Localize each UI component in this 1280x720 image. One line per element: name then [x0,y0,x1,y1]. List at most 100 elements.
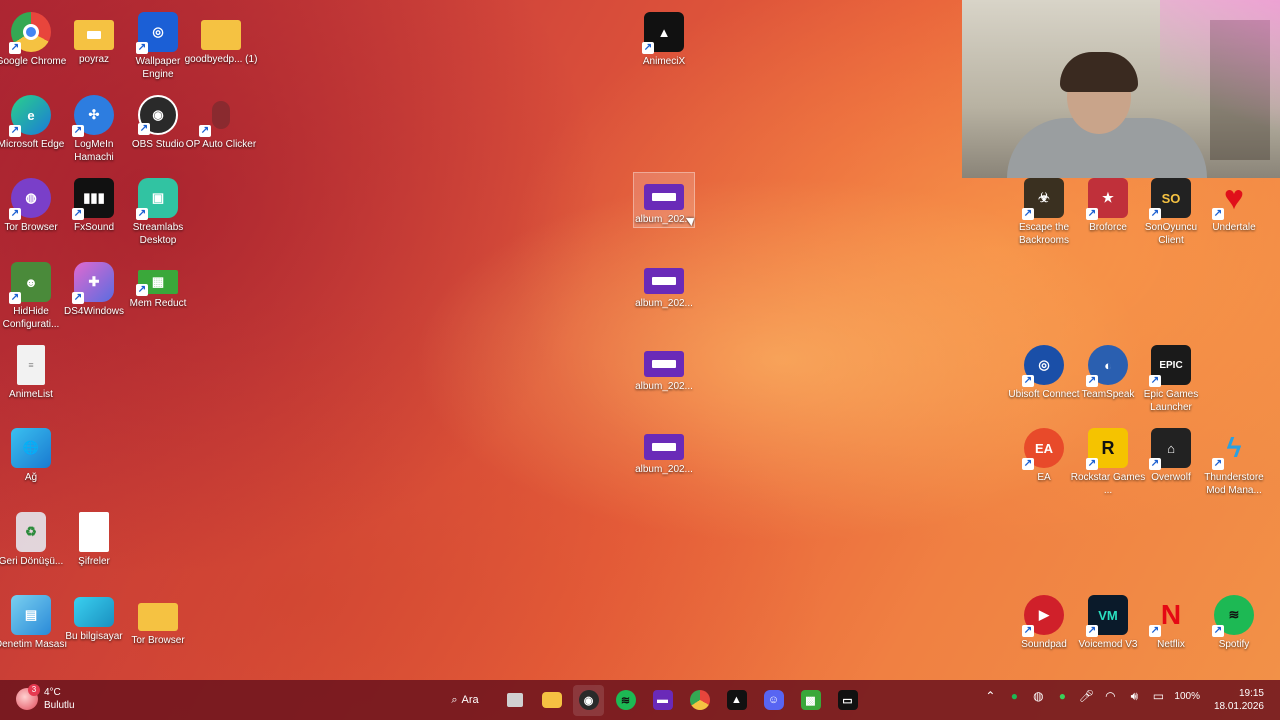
desktop-icon-teamspeak[interactable]: ◐ ↗ TeamSpeak [1076,339,1140,419]
clapper-taskbar-button[interactable]: ▬ [647,685,678,716]
weather-widget[interactable]: 3 4°C Bulutlu [16,684,75,712]
desktop-icon-spotify[interactable]: ≋ ↗ Spotify [1202,589,1266,669]
webcam-overlay [962,0,1280,178]
volume-icon[interactable]: 🔊︎ [1126,688,1142,704]
desktop-icon-soundpad[interactable]: ▶ ↗ Soundpad [1012,589,1076,669]
network-icon: 🌐 [11,428,51,468]
notification-badge: 3 [28,684,40,696]
desktop-icon-streamlabs[interactable]: ▣ ↗ Streamlabs Desktop [126,172,190,252]
desktop-icon-album-1[interactable]: album_202... [632,172,696,252]
desktop-icon-mem-reduct[interactable]: ▦ ↗ Mem Reduct [126,256,190,336]
desktop-icon-broforce[interactable]: ★ ↗ Broforce [1076,172,1140,252]
voicemod-icon: VM ↗ [1086,595,1128,637]
desktop-icon-undertale[interactable]: ♥ ↗ Undertale [1202,172,1266,252]
animecix-icon: ▲ ↗ [642,12,684,54]
desktop-icon-control-panel[interactable]: ▤ Denetim Masası [0,589,67,669]
minecraft-taskbar-button[interactable]: ▩ [795,685,826,716]
search-button[interactable]: ⌕ Ara [437,685,493,716]
computer-icon [74,597,114,627]
album-icon [644,434,684,460]
album-icon [644,351,684,377]
icon-label: Thunderstore Mod Mana... [1204,472,1264,496]
desktop-icon-ea[interactable]: EA ↗ EA [1012,422,1076,502]
desktop-icon-sifreler[interactable]: Şifreler [62,506,126,586]
icon-label: Epic Games Launcher [1143,389,1199,413]
desktop-icon-album-3[interactable]: album_202... [632,339,696,419]
terminal-taskbar-button[interactable]: ▭ [832,685,863,716]
desktop-icon-google-chrome[interactable]: ↗ Google Chrome [0,6,66,86]
animecix-icon: ▲ [726,690,747,710]
desktop-icon-ubisoft-connect[interactable]: ◎ ↗ Ubisoft Connect [1008,339,1080,419]
tor-icon: ◍ ↗ [9,178,51,220]
desktop-icon-tor-browser[interactable]: ◍ ↗ Tor Browser [0,172,63,252]
document-icon [79,512,109,552]
desktop-icon-voicemod[interactable]: VM ↗ Voicemod V3 [1076,589,1140,669]
desktop-icon-overwolf[interactable]: ⌂ ↗ Overwolf [1139,422,1203,502]
spotify-taskbar-button[interactable]: ≋ [610,685,641,716]
spotify-tray-icon[interactable]: ● [1006,688,1022,704]
folder-icon [541,692,562,708]
battery-icon[interactable]: ▭ [1150,688,1166,704]
desktop-icon-animecix[interactable]: ▲ ↗ AnimeciX [632,6,696,86]
desktop-icon-this-pc[interactable]: Bu bilgisayar [62,589,126,669]
streamlabs-icon: ▣ ↗ [136,178,178,220]
windows-logo-icon [406,690,426,710]
icon-label: AnimeciX [642,56,686,67]
microphone-icon[interactable]: 🎤︎ [1078,688,1094,704]
desktop-icon-logmein-hamachi[interactable]: ✣ ↗ LogMeIn Hamachi [62,89,126,169]
desktop-icon-op-auto-clicker[interactable]: ↗ OP Auto Clicker [186,89,256,169]
spotify-icon: ≋ [615,690,636,710]
discord-icon: ☺ [763,690,784,710]
clock-date: 18.01.2026 [1213,701,1264,712]
desktop-icon-poyraz[interactable]: poyraz [62,6,126,86]
steam-tray-icon[interactable]: ◍ [1030,688,1046,704]
ubisoft-icon: ◎ ↗ [1022,345,1064,387]
system-tray: ⌃ ● ◍ ● 🎤︎ ◠ 🔊︎ ▭ 100% [982,688,1200,704]
desktop-icon-ds4windows[interactable]: ✚ ↗ DS4Windows [62,256,126,336]
icon-label: album_202... [635,381,693,392]
clock[interactable]: 19:15 18.01.2026 [1214,687,1264,713]
task-view-icon [506,693,523,707]
desktop-icon-goodbyedp[interactable]: goodbyedp... (1) [185,6,257,86]
heart-icon: ♥ ↗ [1212,178,1245,220]
thunderstore-icon: ϟ ↗ [1212,432,1242,470]
desktop-icon-epic-games[interactable]: EPIC ↗ Epic Games Launcher [1139,339,1203,419]
discord-taskbar-button[interactable]: ☺ [758,685,789,716]
desktop-icon-wallpaper-engine[interactable]: ◎ ↗ Wallpaper Engine [126,6,190,86]
desktop-icon-recycle-bin[interactable]: ♻ Geri Dönüşü... [0,506,63,586]
desktop-icon-album-4[interactable]: album_202... [632,422,696,502]
chevron-up-icon[interactable]: ⌃ [982,688,998,704]
desktop-icon-thunderstore[interactable]: ϟ ↗ Thunderstore Mod Mana... [1202,422,1266,502]
status-tray-icon[interactable]: ● [1054,688,1070,704]
desktop-icon-animelist[interactable]: ≡ AnimeList [0,339,63,419]
minecraft-icon: ▩ [800,690,821,710]
icon-label: AnimeList [9,389,53,400]
search-icon: ⌕ [451,693,458,706]
wifi-icon[interactable]: ◠ [1102,688,1118,704]
desktop-icon-network[interactable]: 🌐 Ağ [0,422,63,502]
desktop-icon-escape-the-backrooms[interactable]: ☣ ↗ Escape the Backrooms [1012,172,1076,252]
file-explorer-button[interactable] [536,685,567,716]
search-label: Ara [461,694,479,706]
start-button[interactable] [400,685,431,716]
edge-icon: e ↗ [9,95,51,137]
desktop-icon-microsoft-edge[interactable]: e ↗ Microsoft Edge [0,89,64,169]
task-view-button[interactable] [499,685,530,716]
animecix-taskbar-button[interactable]: ▲ [721,685,752,716]
desktop-icon-rockstar[interactable]: R ↗ Rockstar Games ... [1071,422,1145,502]
desktop-icon-fxsound[interactable]: ▮▮▮ ↗ FxSound [62,172,126,252]
taskbar-apps: ⌕ Ara ◉ ≋ ▬ ▲ ☺ ▩ ▭ [400,684,863,716]
desktop-icon-netflix[interactable]: N ↗ Netflix [1139,589,1203,669]
desktop-icon-tor-browser-folder[interactable]: Tor Browser [126,589,190,669]
icon-label: album_202... [635,464,693,475]
clock-time: 19:15 [1238,688,1264,699]
desktop-icon-album-2[interactable]: album_202... [632,256,696,336]
weather-icon: 3 [16,684,40,710]
desktop-icon-obs-studio[interactable]: ◉ ↗ OBS Studio [126,89,190,169]
game-icon: ☣ ↗ [1022,178,1064,220]
icon-label: Ağ [24,472,38,483]
desktop-icon-sonoyuncu[interactable]: SO ↗ SonOyuncu Client [1139,172,1203,252]
chrome-taskbar-button[interactable] [684,685,715,716]
desktop-icon-hidhide[interactable]: ☻ ↗ HidHide Configurati... [0,256,63,336]
obs-taskbar-button[interactable]: ◉ [573,684,604,716]
